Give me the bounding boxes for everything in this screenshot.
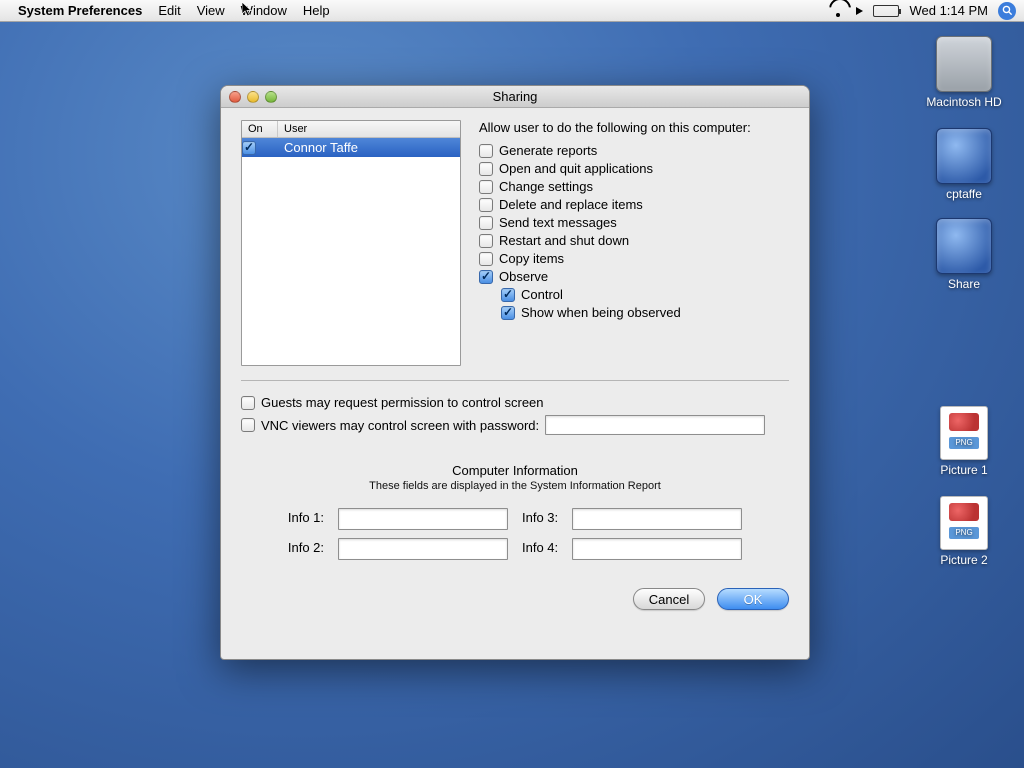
desktop-icon-net-share[interactable]: Share xyxy=(924,218,1004,291)
checkbox-control[interactable] xyxy=(501,288,515,302)
access-options: Guests may request permission to control… xyxy=(241,395,789,435)
spotlight-icon[interactable] xyxy=(998,2,1016,20)
computer-info-subtext: These fields are displayed in the System… xyxy=(241,480,789,492)
cancel-button[interactable]: Cancel xyxy=(633,588,705,610)
ok-button[interactable]: OK xyxy=(717,588,789,610)
checkbox-delete-replace[interactable] xyxy=(479,198,493,212)
checkbox-vnc[interactable] xyxy=(241,418,255,432)
checkbox-send-text[interactable] xyxy=(479,216,493,230)
menu-help[interactable]: Help xyxy=(303,3,330,18)
permissions-heading: Allow user to do the following on this c… xyxy=(479,120,789,135)
png-file-icon: PNG xyxy=(940,496,988,550)
menu-view[interactable]: View xyxy=(197,3,225,18)
desktop-icon-label: Macintosh HD xyxy=(924,95,1004,109)
permissions-panel: Allow user to do the following on this c… xyxy=(479,120,789,366)
sharing-sheet: Sharing On User Connor Taffe Allow user … xyxy=(220,85,810,660)
app-menu[interactable]: System Preferences xyxy=(18,3,142,18)
network-globe-icon xyxy=(936,128,992,184)
png-file-icon: PNG xyxy=(940,406,988,460)
info1-label: Info 1: xyxy=(288,508,324,530)
computer-info-section: Computer Information These fields are di… xyxy=(241,463,789,560)
desktop-icon-label: Picture 2 xyxy=(924,553,1004,567)
desktop-icon-net-cptaffe[interactable]: cptaffe xyxy=(924,128,1004,201)
checkbox-change-settings[interactable] xyxy=(479,180,493,194)
divider xyxy=(241,380,789,381)
desktop-icon-label: Picture 1 xyxy=(924,463,1004,477)
computer-info-heading: Computer Information xyxy=(241,463,789,478)
clock[interactable]: Wed 1:14 PM xyxy=(909,3,988,18)
titlebar[interactable]: Sharing xyxy=(221,86,809,108)
desktop-icon-picture-2[interactable]: PNG Picture 2 xyxy=(924,496,1004,567)
info4-label: Info 4: xyxy=(522,538,558,560)
info3-field[interactable] xyxy=(572,508,742,530)
window-title: Sharing xyxy=(221,89,809,104)
hard-disk-icon xyxy=(936,36,992,92)
desktop-icon-hd[interactable]: Macintosh HD xyxy=(924,36,1004,109)
menubar: System Preferences Edit View Window Help… xyxy=(0,0,1024,22)
column-header-on[interactable]: On xyxy=(242,121,278,137)
user-list-header: On User xyxy=(242,121,460,138)
user-name: Connor Taffe xyxy=(278,138,460,157)
info3-label: Info 3: xyxy=(522,508,558,530)
info1-field[interactable] xyxy=(338,508,508,530)
menu-edit[interactable]: Edit xyxy=(158,3,180,18)
desktop-icon-label: cptaffe xyxy=(924,187,1004,201)
checkbox-show-observed[interactable] xyxy=(501,306,515,320)
checkbox-copy-items[interactable] xyxy=(479,252,493,266)
info2-field[interactable] xyxy=(338,538,508,560)
user-list[interactable]: On User Connor Taffe xyxy=(241,120,461,366)
column-header-user[interactable]: User xyxy=(278,121,313,137)
battery-icon[interactable] xyxy=(873,5,899,17)
network-globe-icon xyxy=(936,218,992,274)
checkbox-generate-reports[interactable] xyxy=(479,144,493,158)
checkbox-observe[interactable] xyxy=(479,270,493,284)
cursor-icon xyxy=(242,2,254,18)
user-enabled-checkbox[interactable] xyxy=(242,141,256,155)
info2-label: Info 2: xyxy=(288,538,324,560)
volume-icon[interactable] xyxy=(856,7,863,15)
desktop-icon-label: Share xyxy=(924,277,1004,291)
info4-field[interactable] xyxy=(572,538,742,560)
button-row: Cancel OK xyxy=(241,588,789,610)
wifi-icon[interactable] xyxy=(830,5,846,17)
checkbox-restart-shutdown[interactable] xyxy=(479,234,493,248)
desktop-icon-picture-1[interactable]: PNG Picture 1 xyxy=(924,406,1004,477)
user-row[interactable]: Connor Taffe xyxy=(242,138,460,157)
vnc-password-field[interactable] xyxy=(545,415,765,435)
checkbox-guest-request[interactable] xyxy=(241,396,255,410)
checkbox-open-quit-apps[interactable] xyxy=(479,162,493,176)
